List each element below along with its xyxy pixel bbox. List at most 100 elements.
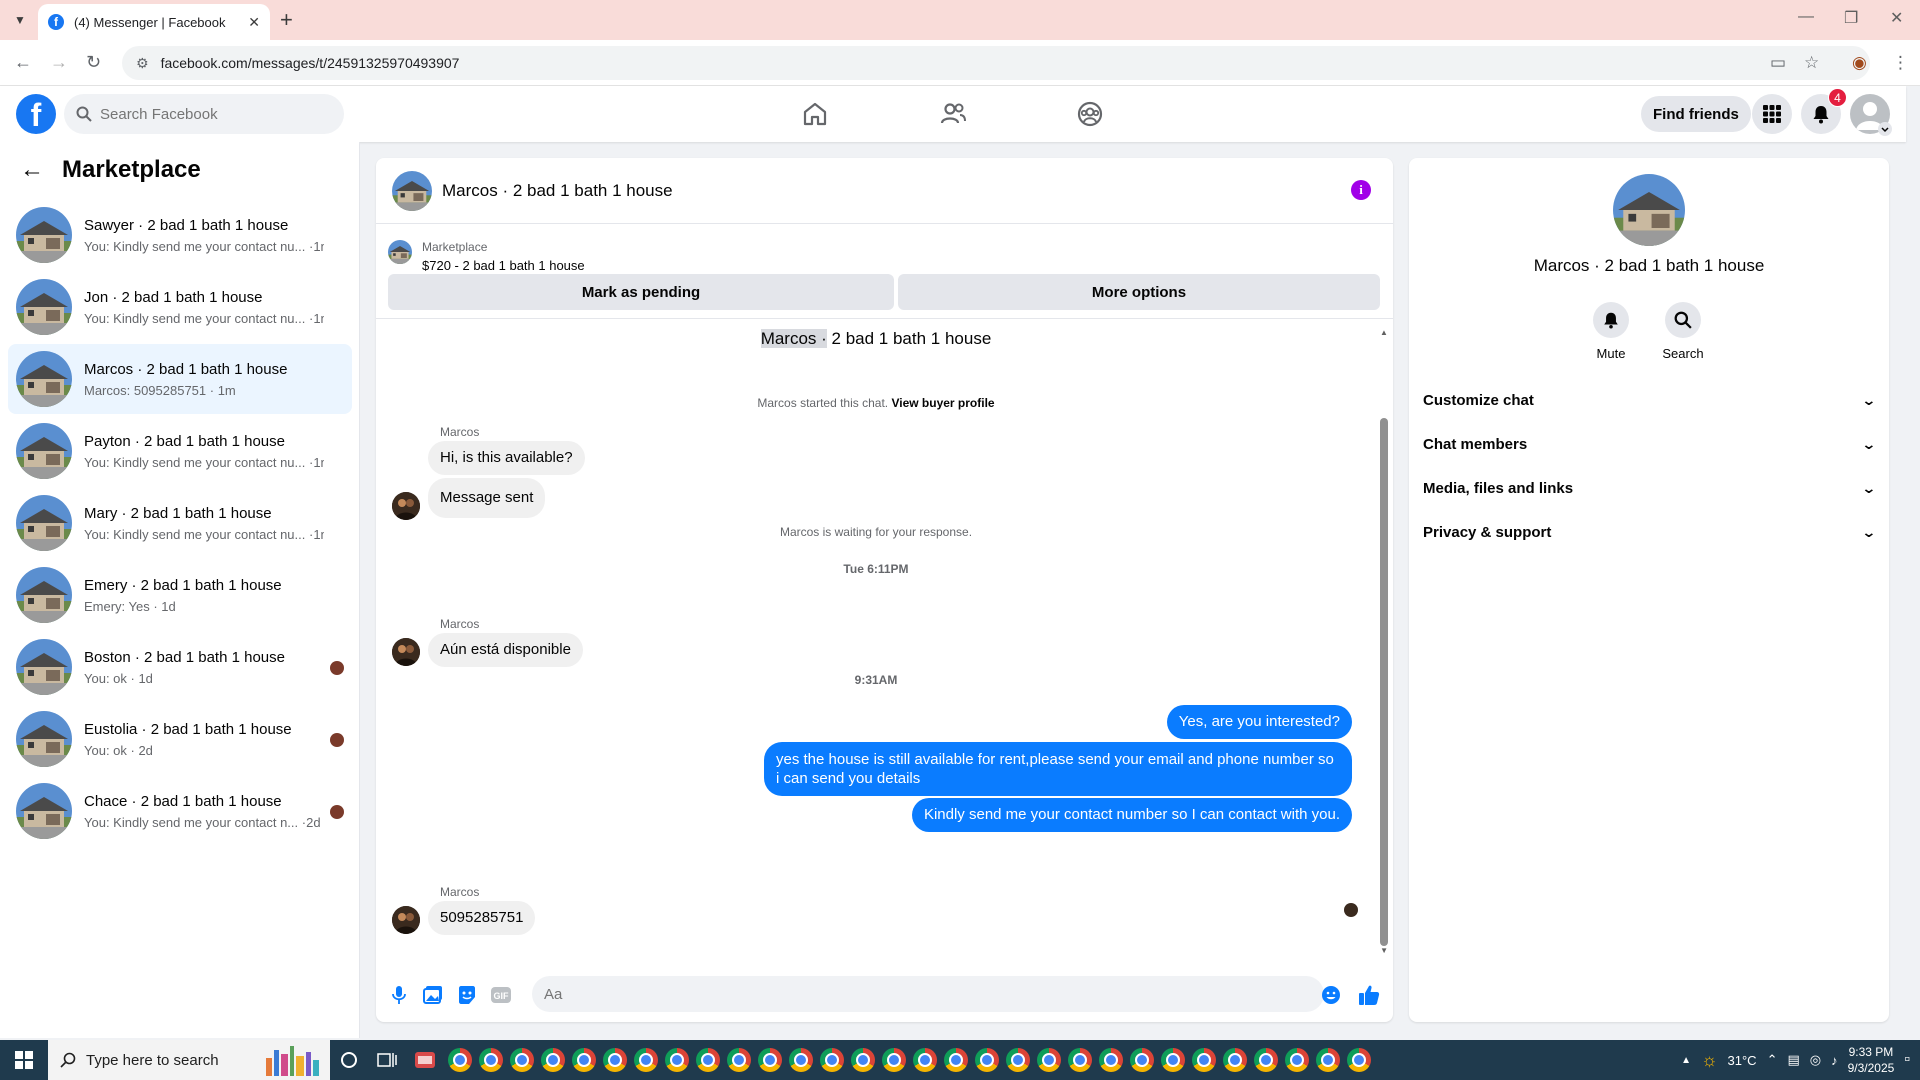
chrome-window-icon[interactable] bbox=[1281, 1040, 1312, 1080]
chrome-window-icon[interactable] bbox=[1250, 1040, 1281, 1080]
sender-avatar[interactable] bbox=[392, 638, 420, 666]
more-options-button[interactable]: More options bbox=[898, 274, 1380, 310]
back-arrow-icon[interactable]: ← bbox=[20, 156, 44, 184]
microphone-icon[interactable] bbox=[388, 984, 410, 1006]
task-view-icon[interactable] bbox=[368, 1040, 406, 1080]
chrome-window-icon[interactable] bbox=[630, 1040, 661, 1080]
chrome-window-icon[interactable] bbox=[971, 1040, 1002, 1080]
groups-icon[interactable] bbox=[1076, 100, 1104, 128]
chrome-window-icon[interactable] bbox=[816, 1040, 847, 1080]
friends-icon[interactable] bbox=[939, 100, 967, 128]
info-icon[interactable]: i bbox=[1351, 180, 1371, 200]
minimize-icon[interactable]: — bbox=[1798, 8, 1814, 26]
conversation-item[interactable]: Chace · 2 bad 1 bath 1 house You: Kindly … bbox=[8, 776, 352, 846]
conversation-item[interactable]: Boston · 2 bad 1 bath 1 house You: ok · 1… bbox=[8, 632, 352, 702]
wifi-icon[interactable]: ◎ bbox=[1810, 1052, 1821, 1068]
message-input[interactable] bbox=[532, 976, 1324, 1012]
site-info-icon[interactable]: ⚙ bbox=[136, 55, 149, 72]
windows-start-icon[interactable] bbox=[0, 1040, 48, 1080]
chrome-window-icon[interactable] bbox=[878, 1040, 909, 1080]
conversation-item[interactable]: Jon · 2 bad 1 bath 1 house You: Kindly se… bbox=[8, 272, 352, 342]
sticker-icon[interactable] bbox=[456, 984, 478, 1006]
chrome-window-icon[interactable] bbox=[475, 1040, 506, 1080]
menu-grid-icon[interactable] bbox=[1752, 94, 1792, 134]
view-buyer-profile-link[interactable]: View buyer profile bbox=[891, 396, 994, 410]
outgoing-message[interactable]: Kindly send me your contact number so I … bbox=[911, 798, 1352, 832]
chat-scrollbar[interactable]: ▲ bbox=[1380, 328, 1388, 968]
chrome-window-icon[interactable] bbox=[940, 1040, 971, 1080]
mark-as-pending-button[interactable]: Mark as pending bbox=[388, 274, 894, 310]
chrome-window-icon[interactable] bbox=[1033, 1040, 1064, 1080]
conversation-item[interactable]: Sawyer · 2 bad 1 bath 1 house You: Kindly… bbox=[8, 200, 352, 270]
reload-icon[interactable]: ↻ bbox=[86, 52, 101, 73]
chrome-window-icon[interactable] bbox=[568, 1040, 599, 1080]
chrome-window-icon[interactable] bbox=[444, 1040, 475, 1080]
incoming-message[interactable]: Message sent bbox=[428, 478, 546, 518]
conversation-item[interactable]: Eustolia · 2 bad 1 bath 1 house You: ok ·… bbox=[8, 704, 352, 774]
mute-button[interactable]: Mute bbox=[1581, 302, 1641, 361]
sender-avatar[interactable] bbox=[392, 906, 420, 934]
find-friends-button[interactable]: Find friends bbox=[1641, 96, 1751, 132]
restore-icon[interactable]: ❐ bbox=[1844, 8, 1858, 28]
photo-icon[interactable] bbox=[422, 984, 444, 1006]
chrome-window-icon[interactable] bbox=[1002, 1040, 1033, 1080]
facebook-logo-icon[interactable]: f bbox=[16, 94, 56, 134]
chrome-window-icon[interactable] bbox=[692, 1040, 723, 1080]
back-arrow-icon[interactable]: ← bbox=[14, 52, 32, 73]
install-app-icon[interactable]: ▭ bbox=[1770, 53, 1786, 73]
gif-icon[interactable]: GIF bbox=[490, 984, 512, 1006]
account-chevron-down-icon[interactable] bbox=[1878, 122, 1892, 136]
media-files-links-section[interactable]: Media, files and links ⌄ bbox=[1423, 466, 1877, 510]
chat-members-section[interactable]: Chat members ⌄ bbox=[1423, 422, 1877, 466]
outgoing-message[interactable]: Yes, are you interested? bbox=[1166, 705, 1352, 739]
facebook-search[interactable] bbox=[64, 94, 344, 134]
chrome-window-icon[interactable] bbox=[506, 1040, 537, 1080]
chrome-window-icon[interactable] bbox=[909, 1040, 940, 1080]
outgoing-message[interactable]: yes the house is still available for ren… bbox=[764, 742, 1352, 796]
close-window-icon[interactable]: ✕ bbox=[1890, 8, 1903, 28]
taskbar-app-icon[interactable] bbox=[406, 1040, 444, 1080]
forward-arrow-icon[interactable]: → bbox=[50, 52, 68, 73]
volume-icon[interactable]: ♪ bbox=[1831, 1053, 1838, 1068]
chrome-window-icon[interactable] bbox=[599, 1040, 630, 1080]
profile-icon[interactable]: ◉ bbox=[1852, 53, 1867, 73]
chrome-window-icon[interactable] bbox=[1312, 1040, 1343, 1080]
chat-avatar[interactable] bbox=[392, 170, 432, 211]
scroll-down-icon[interactable]: ▼ bbox=[1380, 946, 1388, 955]
marketplace-listing-card[interactable]: Marketplace $720 - 2 bad 1 bath 1 house bbox=[388, 232, 1378, 276]
sender-avatar[interactable] bbox=[392, 492, 420, 520]
tray-overflow-icon[interactable]: ⌃ bbox=[1767, 1052, 1778, 1068]
close-tab-icon[interactable]: ✕ bbox=[248, 14, 260, 31]
chrome-window-icon[interactable] bbox=[785, 1040, 816, 1080]
chrome-window-icon[interactable] bbox=[1095, 1040, 1126, 1080]
chat-title[interactable]: Marcos · 2 bad 1 bath 1 house bbox=[442, 181, 673, 201]
incoming-message[interactable]: Aún está disponible bbox=[428, 633, 583, 667]
search-button[interactable]: Search bbox=[1653, 302, 1713, 361]
customize-chat-section[interactable]: Customize chat ⌄ bbox=[1423, 378, 1877, 422]
chrome-window-icon[interactable] bbox=[754, 1040, 785, 1080]
url-text[interactable]: facebook.com/messages/t/2459132597049390… bbox=[161, 55, 460, 71]
chrome-window-icon[interactable] bbox=[1188, 1040, 1219, 1080]
thumbs-up-icon[interactable] bbox=[1358, 984, 1380, 1006]
chrome-window-icon[interactable] bbox=[1157, 1040, 1188, 1080]
bookmark-star-icon[interactable]: ☆ bbox=[1804, 53, 1819, 73]
taskbar-search[interactable]: Type here to search bbox=[48, 1040, 330, 1080]
chrome-window-icon[interactable] bbox=[723, 1040, 754, 1080]
home-icon[interactable] bbox=[801, 100, 829, 128]
chrome-window-icon[interactable] bbox=[1343, 1040, 1374, 1080]
conversation-item[interactable]: Mary · 2 bad 1 bath 1 house You: Kindly s… bbox=[8, 488, 352, 558]
chrome-window-icon[interactable] bbox=[1126, 1040, 1157, 1080]
notifications-center-icon[interactable]: ▫ bbox=[1904, 1051, 1910, 1069]
cortana-icon[interactable] bbox=[330, 1040, 368, 1080]
clock[interactable]: 9:33 PM 9/3/2025 bbox=[1848, 1044, 1895, 1076]
browser-tab-messenger[interactable]: f (4) Messenger | Facebook ✕ bbox=[38, 4, 270, 40]
chrome-window-icon[interactable] bbox=[847, 1040, 878, 1080]
privacy-support-section[interactable]: Privacy & support ⌄ bbox=[1423, 510, 1877, 554]
scroll-up-icon[interactable]: ▲ bbox=[1380, 328, 1388, 337]
network-icon[interactable]: ▤ bbox=[1787, 1052, 1799, 1068]
emoji-icon[interactable] bbox=[1320, 984, 1342, 1006]
scroll-thumb[interactable] bbox=[1380, 418, 1388, 946]
chrome-window-icon[interactable] bbox=[661, 1040, 692, 1080]
contact-avatar[interactable] bbox=[1613, 174, 1685, 246]
weather-icon[interactable]: ☼ bbox=[1701, 1050, 1718, 1071]
